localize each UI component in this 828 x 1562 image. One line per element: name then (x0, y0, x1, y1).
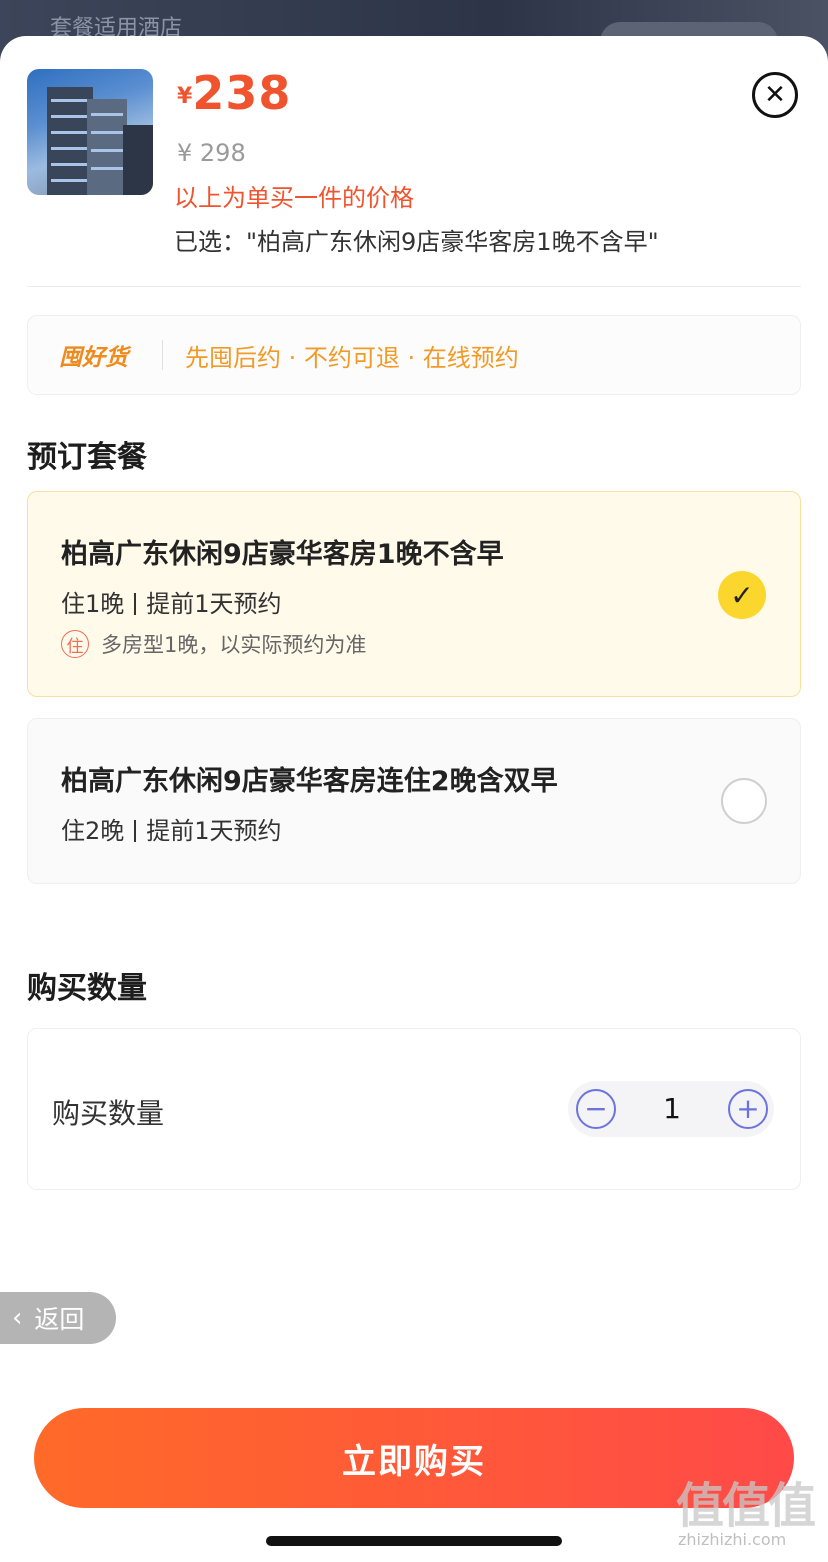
package-details: 住2晚 提前1天预约 (61, 811, 282, 846)
package-advance: 提前1天预约 (146, 590, 282, 618)
price-note: 以上为单买一件的价格 (174, 184, 414, 212)
quantity-box: 购买数量 − 1 + (27, 1028, 801, 1190)
price: ¥238 (177, 66, 291, 120)
window (91, 149, 123, 152)
divider (27, 286, 801, 287)
window (51, 131, 89, 134)
minus-icon[interactable]: − (576, 1089, 616, 1129)
package-option[interactable]: 柏高广东休闲9店豪华客房1晚不含早 住1晚 提前1天预约 住 多房型1晚，以实际预… (27, 491, 801, 697)
check-icon: ✓ (718, 571, 766, 619)
package-advance: 提前1天预约 (146, 817, 282, 845)
quantity-stepper: − 1 + (568, 1081, 774, 1137)
separator (134, 820, 137, 842)
package-nights: 住2晚 (61, 817, 125, 845)
package-name: 柏高广东休闲9店豪华客房1晚不含早 (61, 539, 504, 570)
plus-icon[interactable]: + (728, 1089, 768, 1129)
currency-symbol: ¥ (177, 84, 193, 109)
back-label: 返回 (34, 1305, 85, 1334)
window (51, 99, 89, 102)
window (91, 167, 123, 170)
window (51, 147, 89, 150)
packages-title: 预订套餐 (27, 440, 147, 475)
promo-brand: 囤好货 (59, 345, 128, 371)
stay-badge: 住 (61, 630, 89, 658)
window (51, 163, 89, 166)
original-price: ¥ 298 (177, 139, 246, 167)
selected-package-text: 已选："柏高广东休闲9店豪华客房1晚不含早" (174, 228, 659, 256)
home-indicator[interactable] (266, 1536, 562, 1546)
close-icon[interactable]: ✕ (752, 72, 798, 118)
quantity-label: 购买数量 (52, 1097, 165, 1130)
window (51, 115, 89, 118)
package-option[interactable]: 柏高广东休闲9店豪华客房连住2晚含双早 住2晚 提前1天预约 (27, 718, 801, 884)
separator (134, 593, 137, 615)
chevron-left-icon: ‹ (12, 1303, 23, 1333)
hotel-thumbnail (27, 69, 153, 195)
radio-icon[interactable] (721, 778, 767, 824)
package-nights: 住1晚 (61, 590, 125, 618)
window (91, 113, 123, 116)
promo-text: 先囤后约 · 不约可退 · 在线预约 (185, 343, 519, 372)
back-button[interactable]: ‹ 返回 (0, 1292, 116, 1344)
price-value: 238 (192, 66, 292, 120)
window (91, 131, 123, 134)
purchase-sheet: ¥238 ¥ 298 以上为单买一件的价格 已选："柏高广东休闲9店豪华客房1晚… (0, 36, 828, 1562)
package-extra-text: 多房型1晚，以实际预约为准 (101, 633, 367, 657)
window (51, 179, 89, 182)
building-shape (123, 125, 153, 195)
watermark-url: zhizhizhi.com (678, 1530, 787, 1549)
package-extra: 住 多房型1晚，以实际预约为准 (61, 629, 366, 659)
package-details: 住1晚 提前1天预约 (61, 584, 282, 619)
promo-banner: 囤好货 先囤后约 · 不约可退 · 在线预约 (27, 315, 801, 395)
quantity-title: 购买数量 (27, 971, 147, 1006)
promo-separator (162, 340, 163, 370)
quantity-value[interactable]: 1 (652, 1092, 692, 1125)
package-name: 柏高广东休闲9店豪华客房连住2晚含双早 (61, 766, 558, 797)
watermark-logo: 值值值 (676, 1478, 816, 1534)
building-shape (87, 99, 127, 195)
